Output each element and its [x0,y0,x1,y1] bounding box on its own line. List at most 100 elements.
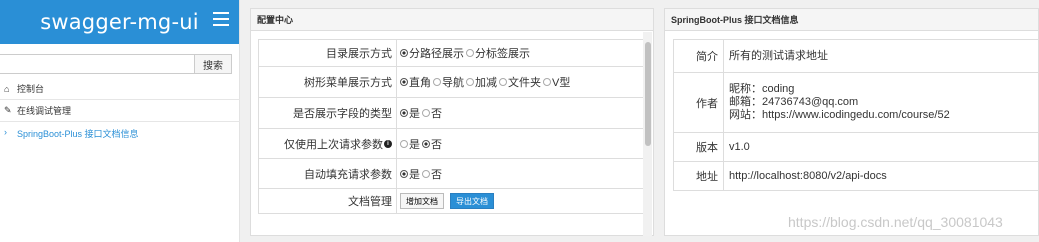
info-key: 简介 [674,40,724,72]
radio-label: 是 [409,138,420,151]
radio-label: 是 [409,108,420,120]
sidebar: swagger-mg-ui 搜索 ⌂ 控制台 ✎ 在线调试管理 › Spring… [0,0,240,242]
config-key: 是否展示字段的类型 [259,98,397,128]
search-button[interactable]: 搜索 [195,54,232,74]
sidebar-nav: ⌂ 控制台 ✎ 在线调试管理 › SpringBoot-Plus 接口文档信息 [0,78,240,158]
info-row-address: 地址 http://localhost:8080/v2/api-docs [674,162,1039,191]
radio-unchecked-icon [499,78,507,86]
doc-info-panel: SpringBoot-Plus 接口文档信息 简介 所有的测试请求地址 作者 昵… [664,8,1039,236]
debug-icon: ✎ [4,105,12,115]
radio-label: V型 [552,77,571,89]
config-options: 是 否 [397,129,643,158]
config-key: 目录展示方式 [259,40,397,66]
watermark: https://blog.csdn.net/qq_30081043 [788,214,1003,230]
scrollbar-thumb[interactable] [645,42,651,146]
radio-label: 文件夹 [508,77,541,89]
radio-option-yes[interactable]: 是 [400,105,420,121]
radio-unchecked-icon [466,78,474,86]
radio-option-no[interactable]: 否 [422,166,442,182]
config-key: 自动填充请求参数 [259,159,397,188]
sidebar-item-debug[interactable]: ✎ 在线调试管理 [0,100,240,122]
radio-option-no[interactable]: 否 [422,136,442,152]
radio-label: 是 [409,168,420,181]
info-value: v1.0 [729,140,750,153]
radio-option-folder[interactable]: 文件夹 [499,74,541,90]
radio-label: 分标签展示 [475,48,530,60]
config-row-tree-menu: 树形菜单展示方式 直角 导航 加减 文件夹 V型 [259,67,643,98]
radio-unchecked-icon [422,169,430,178]
config-key: 仅使用上次请求参数 i [259,129,397,158]
sidebar-item-label: SpringBoot-Plus 接口文档信息 [17,129,139,139]
config-panel-title: 配置中心 [251,9,653,31]
info-value: 所有的测试请求地址 [729,49,828,62]
radio-unchecked-icon [543,78,551,86]
radio-option-yes[interactable]: 是 [400,136,420,152]
radio-label: 否 [431,138,442,151]
radio-checked-icon [422,139,430,148]
radio-option-path[interactable]: 分路径展示 [400,45,464,61]
config-row-doc-manage: 文档管理 增加文档 导出文档 [259,189,643,214]
doc-info-table: 简介 所有的测试请求地址 作者 昵称：coding 邮箱：24736743@qq… [673,39,1039,191]
app-title: swagger-mg-ui [40,10,199,34]
info-key: 地址 [674,162,724,190]
radio-unchecked-icon [433,78,441,86]
config-row-field-type: 是否展示字段的类型 是 否 [259,98,643,129]
search-bar: 搜索 [0,54,232,74]
config-table: 目录展示方式 分路径展示 分标签展示 树形菜单展示方式 直角 导航 加减 文件夹… [258,39,644,214]
config-panel: 配置中心 目录展示方式 分路径展示 分标签展示 树形菜单展示方式 直角 导航 加… [250,8,654,236]
info-row-intro: 简介 所有的测试请求地址 [674,40,1039,73]
sidebar-item-label: 控制台 [17,84,45,94]
radio-label: 否 [431,108,442,120]
info-key: 作者 [674,73,724,132]
sidebar-item-console[interactable]: ⌂ 控制台 [0,78,240,100]
config-row-directory: 目录展示方式 分路径展示 分标签展示 [259,40,643,67]
add-doc-button[interactable]: 增加文档 [400,193,444,209]
doc-info-panel-title: SpringBoot-Plus 接口文档信息 [665,9,1038,31]
radio-label: 加减 [475,77,497,89]
doc-manage-actions: 增加文档 导出文档 [397,189,643,213]
radio-checked-icon [400,169,408,178]
radio-label: 分路径展示 [409,48,464,60]
config-options: 直角 导航 加减 文件夹 V型 [397,67,643,97]
radio-unchecked-icon [422,109,430,117]
radio-checked-icon [400,109,408,117]
author-website[interactable]: 网站：https://www.icodingedu.com/course/52 [729,109,1039,122]
radio-unchecked-icon [466,49,474,57]
radio-option-nav[interactable]: 导航 [433,74,464,90]
export-doc-button[interactable]: 导出文档 [450,193,494,209]
config-scrollbar[interactable] [643,32,652,236]
hamburger-menu-icon[interactable] [213,12,229,26]
config-key-label: 仅使用上次请求参数 [284,138,383,151]
config-options: 是 否 [397,159,643,188]
config-row-autofill: 自动填充请求参数 是 否 [259,159,643,189]
chevron-right-icon: › [4,127,7,137]
radio-option-yes[interactable]: 是 [400,166,420,182]
radio-checked-icon [400,78,408,86]
info-row-version: 版本 v1.0 [674,133,1039,162]
radio-checked-icon [400,49,408,57]
info-row-author: 作者 昵称：coding 邮箱：24736743@qq.com 网站：https… [674,73,1039,133]
config-key: 树形菜单展示方式 [259,67,397,97]
brand-bar: swagger-mg-ui [0,0,239,44]
config-options: 分路径展示 分标签展示 [397,40,643,66]
radio-label: 否 [431,168,442,181]
radio-option-v-shape[interactable]: V型 [543,74,570,90]
home-icon: ⌂ [4,83,10,94]
author-email: 邮箱：24736743@qq.com [729,96,859,108]
search-input[interactable] [0,54,195,74]
config-key: 文档管理 [259,189,397,213]
radio-label: 直角 [409,77,431,89]
radio-option-right-angle[interactable]: 直角 [400,74,431,90]
info-icon[interactable]: i [384,139,392,148]
radio-label: 导航 [442,77,464,89]
info-value: 昵称：coding 邮箱：24736743@qq.com 网站：https://… [724,73,1039,132]
radio-option-no[interactable]: 否 [422,105,442,121]
sidebar-item-doc-info[interactable]: › SpringBoot-Plus 接口文档信息 [0,122,240,158]
radio-unchecked-icon [400,139,408,148]
info-key: 版本 [674,133,724,161]
radio-option-tag[interactable]: 分标签展示 [466,45,530,61]
radio-option-plus-minus[interactable]: 加减 [466,74,497,90]
info-value[interactable]: http://localhost:8080/v2/api-docs [724,162,1039,190]
sidebar-item-label: 在线调试管理 [17,106,72,116]
config-row-last-params: 仅使用上次请求参数 i 是 否 [259,129,643,159]
